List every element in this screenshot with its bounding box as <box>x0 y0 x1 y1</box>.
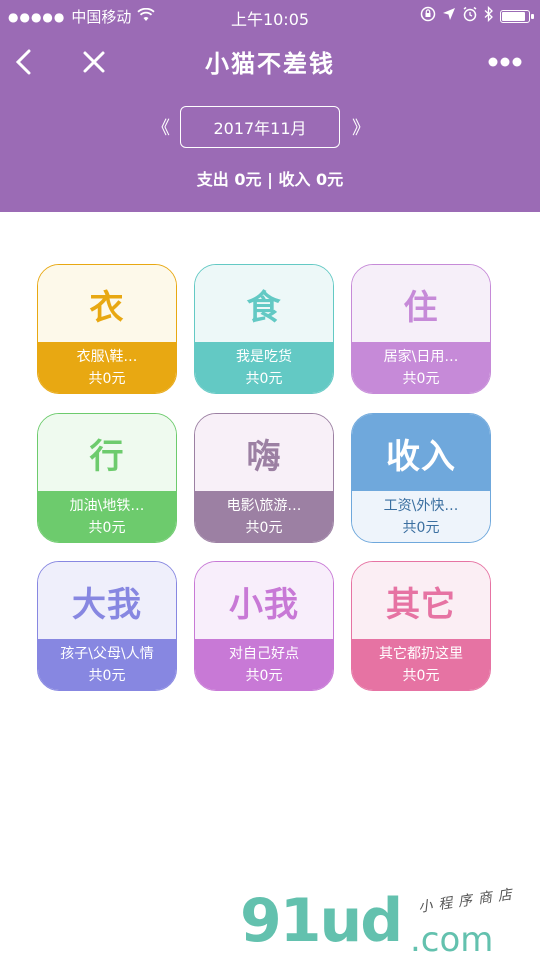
category-card-family[interactable]: 大我 孩子\父母\人情 共0元 <box>37 561 177 691</box>
watermark-cn: 小程序商店 <box>417 886 519 916</box>
category-desc: 我是吃货 <box>236 349 292 365</box>
category-glyph: 食 <box>246 288 282 328</box>
category-total: 共0元 <box>88 371 126 387</box>
card-bottom: 电影\旅游… 共0元 <box>195 491 333 542</box>
category-desc: 对自己好点 <box>229 646 299 662</box>
category-card-income[interactable]: 收入 工资\外快… 共0元 <box>351 413 491 543</box>
status-right <box>420 5 534 26</box>
category-desc: 电影\旅游… <box>226 498 302 514</box>
category-total: 共0元 <box>245 520 283 536</box>
category-total: 共0元 <box>402 520 440 536</box>
category-card-fun[interactable]: 嗨 电影\旅游… 共0元 <box>194 413 334 543</box>
category-grid: 衣 衣服\鞋… 共0元 食 我是吃货 共0元 住 居家\日用… 共0元 行 加油… <box>37 264 493 694</box>
card-bottom: 加油\地铁… 共0元 <box>38 491 176 542</box>
card-bottom: 工资\外快… 共0元 <box>352 491 490 542</box>
rotation-lock-icon <box>420 6 436 26</box>
nav-bar: 小猫不差钱 <box>0 36 540 86</box>
battery-icon <box>500 9 534 23</box>
header: ●●●●● 中国移动 上午10:05 小猫不差钱 《 2017年11月 》 支出… <box>0 0 540 212</box>
category-card-food[interactable]: 食 我是吃货 共0元 <box>194 264 334 394</box>
category-card-clothing[interactable]: 衣 衣服\鞋… 共0元 <box>37 264 177 394</box>
category-glyph: 其它 <box>386 585 456 625</box>
category-glyph: 小我 <box>229 585 299 625</box>
card-top: 其它 <box>352 562 490 641</box>
category-desc: 工资\外快… <box>383 498 459 514</box>
card-top: 住 <box>352 265 490 344</box>
more-icon <box>488 57 522 67</box>
category-total: 共0元 <box>245 668 283 684</box>
category-card-housing[interactable]: 住 居家\日用… 共0元 <box>351 264 491 394</box>
card-top: 大我 <box>38 562 176 641</box>
category-glyph: 住 <box>403 288 439 328</box>
category-desc: 加油\地铁… <box>69 498 145 514</box>
month-selector: 《 2017年11月 》 <box>0 106 540 150</box>
watermark-com: .com <box>410 920 494 960</box>
category-glyph: 衣 <box>89 288 125 328</box>
category-total: 共0元 <box>88 520 126 536</box>
expense-income-summary: 支出 0元 | 收入 0元 <box>196 170 344 189</box>
category-card-transport[interactable]: 行 加油\地铁… 共0元 <box>37 413 177 543</box>
category-total: 共0元 <box>88 668 126 684</box>
card-top: 衣 <box>38 265 176 344</box>
card-bottom: 其它都扔这里 共0元 <box>352 639 490 690</box>
watermark-main: 91ud <box>240 886 403 956</box>
month-picker[interactable]: 2017年11月 <box>180 106 340 148</box>
alarm-icon <box>462 6 478 26</box>
category-desc: 衣服\鞋… <box>76 349 138 365</box>
prev-month-button[interactable]: 《 <box>152 114 170 140</box>
card-top: 嗨 <box>195 414 333 493</box>
category-desc: 居家\日用… <box>383 349 459 365</box>
card-top: 收入 <box>352 414 490 493</box>
location-icon <box>442 7 456 25</box>
card-bottom: 孩子\父母\人情 共0元 <box>38 639 176 690</box>
category-desc: 其它都扔这里 <box>379 646 463 662</box>
category-total: 共0元 <box>402 668 440 684</box>
bluetooth-icon <box>484 5 494 26</box>
category-desc: 孩子\父母\人情 <box>60 646 154 662</box>
card-bottom: 衣服\鞋… 共0元 <box>38 342 176 393</box>
category-total: 共0元 <box>245 371 283 387</box>
category-glyph: 嗨 <box>246 437 282 477</box>
more-button[interactable] <box>484 42 526 82</box>
category-glyph: 大我 <box>72 585 142 625</box>
page-title: 小猫不差钱 <box>205 50 335 78</box>
category-card-other[interactable]: 其它 其它都扔这里 共0元 <box>351 561 491 691</box>
watermark-logo: 91ud 小程序商店 .com <box>240 886 540 960</box>
status-bar: ●●●●● 中国移动 上午10:05 <box>0 0 540 32</box>
card-bottom: 对自己好点 共0元 <box>195 639 333 690</box>
card-top: 食 <box>195 265 333 344</box>
card-bottom: 我是吃货 共0元 <box>195 342 333 393</box>
card-bottom: 居家\日用… 共0元 <box>352 342 490 393</box>
category-card-self[interactable]: 小我 对自己好点 共0元 <box>194 561 334 691</box>
category-glyph: 收入 <box>386 437 456 477</box>
category-glyph: 行 <box>89 437 125 477</box>
next-month-button[interactable]: 》 <box>352 114 370 140</box>
card-top: 行 <box>38 414 176 493</box>
card-top: 小我 <box>195 562 333 641</box>
category-total: 共0元 <box>402 371 440 387</box>
